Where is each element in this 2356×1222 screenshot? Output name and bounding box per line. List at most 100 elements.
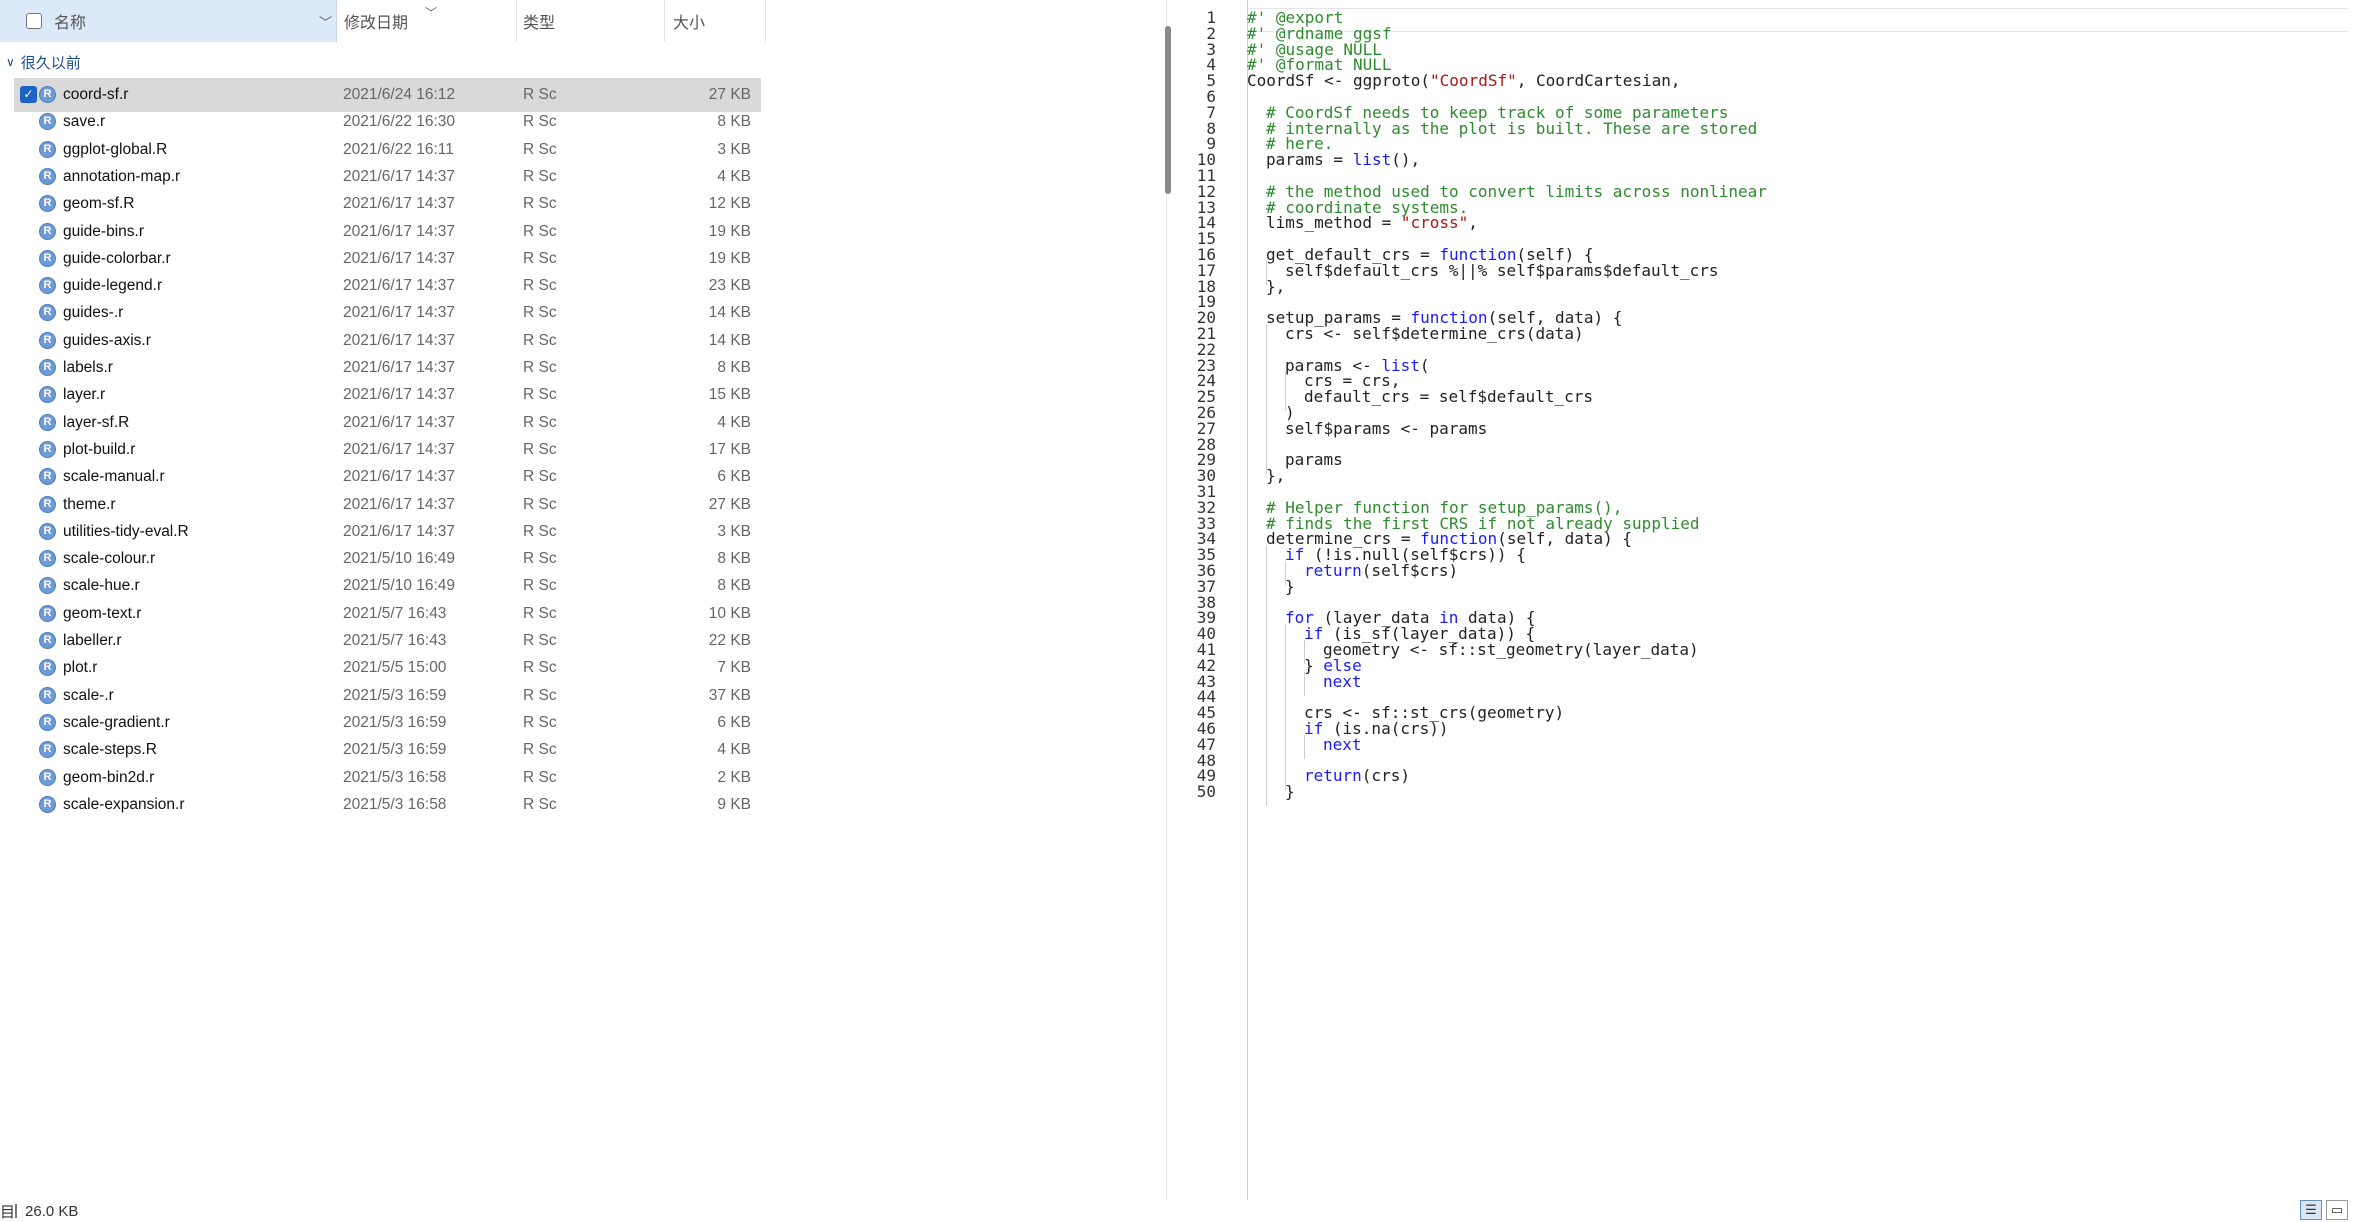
file-size: 8 KB: [717, 577, 751, 595]
file-size: 2 KB: [717, 768, 751, 786]
r-script-icon: R: [39, 140, 56, 158]
code-line[interactable]: self$default_crs %||% self$params$defaul…: [1247, 260, 1718, 285]
group-header[interactable]: ∨ 很久以前: [6, 50, 81, 74]
code-line[interactable]: default_crs = self$default_crs: [1247, 387, 1593, 412]
code-text: ,: [1468, 213, 1478, 233]
select-all-checkbox[interactable]: [26, 13, 42, 29]
file-modified-date: 2021/6/24 16:12: [343, 86, 456, 103]
preview-pane-icon[interactable]: ▭: [2326, 1200, 2348, 1220]
file-modified-date: 2021/6/17 14:37: [343, 359, 456, 376]
file-type: R Sc: [523, 304, 557, 322]
column-size-header[interactable]: 大小: [665, 0, 766, 42]
r-script-icon: R: [39, 686, 56, 704]
file-name: layer.r: [63, 386, 106, 404]
r-script-icon: R: [39, 331, 56, 349]
column-date-header[interactable]: 修改日期 ﹀: [337, 0, 517, 42]
file-size: 8 KB: [717, 359, 751, 376]
code-text: (),: [1391, 150, 1421, 170]
code-text: default_crs = self$default_crs: [1304, 387, 1593, 407]
r-script-icon: R: [39, 713, 56, 731]
code-string: "CoordSf": [1430, 71, 1517, 91]
code-text: self$params <- params: [1285, 418, 1488, 438]
file-size: 14 KB: [708, 304, 751, 322]
chevron-down-icon[interactable]: ﹀: [319, 12, 332, 31]
code-line[interactable]: crs <- self$determine_crs(data): [1247, 324, 1584, 348]
file-type: R Sc: [523, 795, 557, 813]
file-name: guide-bins.r: [63, 222, 144, 240]
file-size: 12 KB: [708, 195, 751, 213]
file-name: geom-bin2d.r: [63, 768, 155, 786]
r-script-icon: R: [39, 386, 56, 404]
r-script-icon: R: [39, 86, 56, 103]
code-editor[interactable]: [1160, 0, 2356, 1200]
file-size: 27 KB: [708, 495, 751, 513]
file-modified-date: 2021/6/17 14:37: [343, 249, 456, 267]
file-name: annotation-map.r: [63, 167, 181, 185]
file-name: guides-axis.r: [63, 331, 151, 349]
file-name: theme.r: [63, 495, 116, 513]
file-name: plot-build.r: [63, 440, 136, 458]
editor-scrollbar-thumb[interactable]: [1165, 26, 1171, 194]
r-script-icon: R: [39, 249, 56, 267]
file-type: R Sc: [523, 331, 557, 349]
code-text: , CoordCartesian,: [1516, 71, 1681, 91]
file-size: 3 KB: [717, 522, 751, 540]
file-modified-date: 2021/6/17 14:37: [343, 386, 456, 404]
file-modified-date: 2021/6/17 14:37: [343, 413, 456, 431]
file-type: R Sc: [523, 222, 557, 240]
file-size: 19 KB: [708, 249, 751, 267]
code-text: crs <- self$determine_crs(data): [1285, 324, 1584, 343]
file-size: 3 KB: [717, 140, 751, 158]
file-name: guides-.r: [63, 304, 124, 322]
file-name: labels.r: [63, 359, 113, 376]
file-type: R Sc: [523, 768, 557, 786]
file-name: scale-.r: [63, 686, 114, 704]
column-type-header[interactable]: 类型: [517, 0, 665, 42]
code-keyword: next: [1323, 671, 1362, 691]
file-modified-date: 2021/5/10 16:49: [343, 577, 456, 595]
column-name-header[interactable]: 名称 ﹀: [0, 0, 337, 42]
file-type: R Sc: [523, 440, 557, 458]
r-script-icon: R: [39, 741, 56, 759]
file-modified-date: 2021/6/17 14:37: [343, 495, 456, 513]
code-text: (self$crs): [1361, 561, 1459, 580]
code-text: }: [1285, 782, 1295, 802]
code-keyword: return: [1304, 561, 1362, 580]
file-name: labeller.r: [63, 632, 122, 649]
r-script-icon: R: [39, 522, 56, 540]
code-line[interactable]: params = list(),: [1247, 150, 1421, 175]
code-text: },: [1266, 466, 1286, 486]
code-text: }: [1285, 576, 1295, 596]
code-text: (: [1419, 355, 1430, 375]
checkbox-checked-icon[interactable]: ✓: [20, 86, 37, 103]
code-line[interactable]: CoordSf <- ggproto("CoordSf", CoordCarte…: [1247, 71, 1681, 95]
column-header: 名称 ﹀ 修改日期 ﹀ 类型 大小: [0, 0, 766, 42]
file-size: 8 KB: [717, 550, 751, 568]
current-line-highlight: [1248, 8, 2348, 32]
code-line[interactable]: }: [1247, 782, 1295, 807]
file-type: R Sc: [523, 659, 557, 677]
r-script-icon: R: [39, 222, 56, 240]
file-type: R Sc: [523, 604, 557, 622]
file-name: coord-sf.r: [63, 86, 129, 103]
code-comment: # internally as the plot is built. These…: [1266, 118, 1758, 138]
file-modified-date: 2021/6/22 16:11: [343, 140, 454, 158]
file-type: R Sc: [523, 386, 557, 404]
file-type: R Sc: [523, 686, 557, 704]
file-type: R Sc: [523, 495, 557, 513]
file-explorer: 名称 ﹀ 修改日期 ﹀ 类型 大小 ∨ 很久以前 ✓ Rcoord-sf.r 202…: [0, 0, 1160, 1221]
file-type: R Sc: [523, 195, 557, 213]
file-modified-date: 2021/6/17 14:37: [343, 277, 456, 295]
r-script-icon: R: [39, 577, 56, 595]
file-size: 10 KB: [708, 604, 751, 622]
chevron-down-icon[interactable]: ∨: [6, 55, 15, 69]
details-view-icon[interactable]: ☰: [2300, 1200, 2322, 1220]
r-script-icon: R: [39, 795, 56, 813]
status-prefix: 目: [0, 1203, 16, 1221]
code-keyword: next: [1323, 734, 1362, 754]
file-size: 27 KB: [708, 86, 751, 103]
file-name: ggplot-global.R: [63, 140, 168, 158]
file-row[interactable]: Rscale-expansion.r 2021/5/3 16:58 R Sc 9 KB: [14, 788, 761, 822]
code-line[interactable]: lims_method = "cross",: [1247, 213, 1478, 238]
indent-guide: [1266, 782, 1285, 807]
